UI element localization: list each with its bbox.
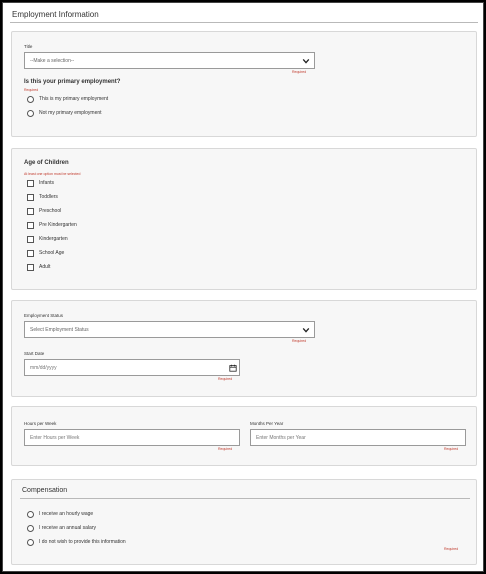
start-date-input[interactable] — [24, 359, 240, 376]
checkbox-label: Pre Kindergarten — [39, 222, 77, 228]
checkbox-infants[interactable]: Infants — [27, 178, 54, 188]
hours-label: Hours per Week — [24, 421, 57, 426]
radio-button[interactable] — [27, 524, 34, 532]
primary-question: Is this your primary employment? — [24, 79, 121, 85]
months-label: Months Per Year — [250, 421, 284, 426]
radio-label: This is my primary employment — [39, 96, 109, 102]
checkbox-label: Kindergarten — [39, 236, 68, 242]
compensation-required: Required — [444, 547, 459, 551]
checkbox-label: Toddlers — [39, 194, 58, 200]
chevron-down-icon — [302, 58, 310, 64]
radio-label: I do not wish to provide this informatio… — [39, 539, 126, 545]
checkbox[interactable] — [27, 235, 34, 243]
checkbox[interactable] — [27, 207, 34, 215]
checkbox-school-age[interactable]: School Age — [27, 248, 64, 258]
radio-not-primary[interactable]: Not my primary employment — [27, 108, 102, 118]
children-card: Age of Children At least one option must… — [11, 148, 477, 290]
checkbox-label: Adult — [39, 264, 51, 270]
checkbox-pre-kindergarten[interactable]: Pre Kindergarten — [27, 220, 77, 230]
status-label: Employment Status — [24, 313, 64, 318]
radio-primary[interactable]: This is my primary employment — [27, 94, 108, 104]
checkbox[interactable] — [27, 193, 34, 201]
children-heading: Age of Children — [24, 160, 69, 166]
compensation-card: Compensation I receive an hourly wage I … — [11, 479, 477, 565]
hours-input[interactable] — [24, 429, 240, 446]
form-window: Employment Information Title --Make a se… — [2, 2, 484, 572]
checkbox-toddlers[interactable]: Toddlers — [27, 192, 58, 202]
children-required: At least one option must be selected — [24, 172, 81, 176]
checkbox-preschool[interactable]: Preschool — [27, 206, 61, 216]
hours-required: Required — [218, 447, 233, 451]
radio-button[interactable] — [27, 538, 34, 546]
checkbox[interactable] — [27, 221, 34, 229]
checkbox-adult[interactable]: Adult — [27, 262, 50, 272]
checkbox[interactable] — [27, 249, 34, 257]
checkbox-label: Preschool — [39, 208, 62, 214]
radio-button[interactable] — [27, 109, 34, 117]
compensation-divider — [20, 498, 470, 499]
checkbox-label: School Age — [39, 250, 65, 256]
months-required: Required — [444, 447, 459, 451]
radio-label: I receive an hourly wage — [39, 511, 94, 517]
title-divider — [10, 22, 478, 23]
radio-button[interactable] — [27, 95, 34, 103]
checkbox-kindergarten[interactable]: Kindergarten — [27, 234, 68, 244]
radio-annual-salary[interactable]: I receive an annual salary — [27, 523, 96, 533]
compensation-heading: Compensation — [22, 487, 68, 494]
status-select[interactable]: Select Employment Status — [24, 321, 315, 338]
start-date-required: Required — [218, 377, 233, 381]
title-card: Title --Make a selection-- Required Is t… — [11, 31, 477, 137]
chevron-down-icon — [302, 327, 310, 333]
radio-label: I receive an annual salary — [39, 525, 96, 531]
primary-required: Required — [24, 88, 39, 92]
checkbox-label: Infants — [39, 180, 55, 186]
page-title: Employment Information — [12, 10, 99, 19]
months-input[interactable] — [250, 429, 466, 446]
checkbox[interactable] — [27, 179, 34, 187]
calendar-icon[interactable] — [229, 364, 237, 372]
radio-button[interactable] — [27, 510, 34, 518]
radio-no-disclose[interactable]: I do not wish to provide this informatio… — [27, 537, 126, 547]
radio-hourly-wage[interactable]: I receive an hourly wage — [27, 509, 93, 519]
start-date-label: Start Date — [24, 351, 45, 356]
status-card: Employment Status Select Employment Stat… — [11, 300, 477, 397]
hours-card: Hours per Week Required Months Per Year … — [11, 406, 477, 466]
title-select-value: --Make a selection-- — [30, 58, 75, 64]
status-required: Required — [292, 339, 307, 343]
title-select[interactable]: --Make a selection-- — [24, 52, 315, 69]
title-label: Title — [24, 44, 33, 49]
radio-label: Not my primary employment — [39, 110, 102, 116]
checkbox[interactable] — [27, 263, 34, 271]
title-required: Required — [292, 70, 307, 74]
status-select-value: Select Employment Status — [30, 327, 89, 333]
